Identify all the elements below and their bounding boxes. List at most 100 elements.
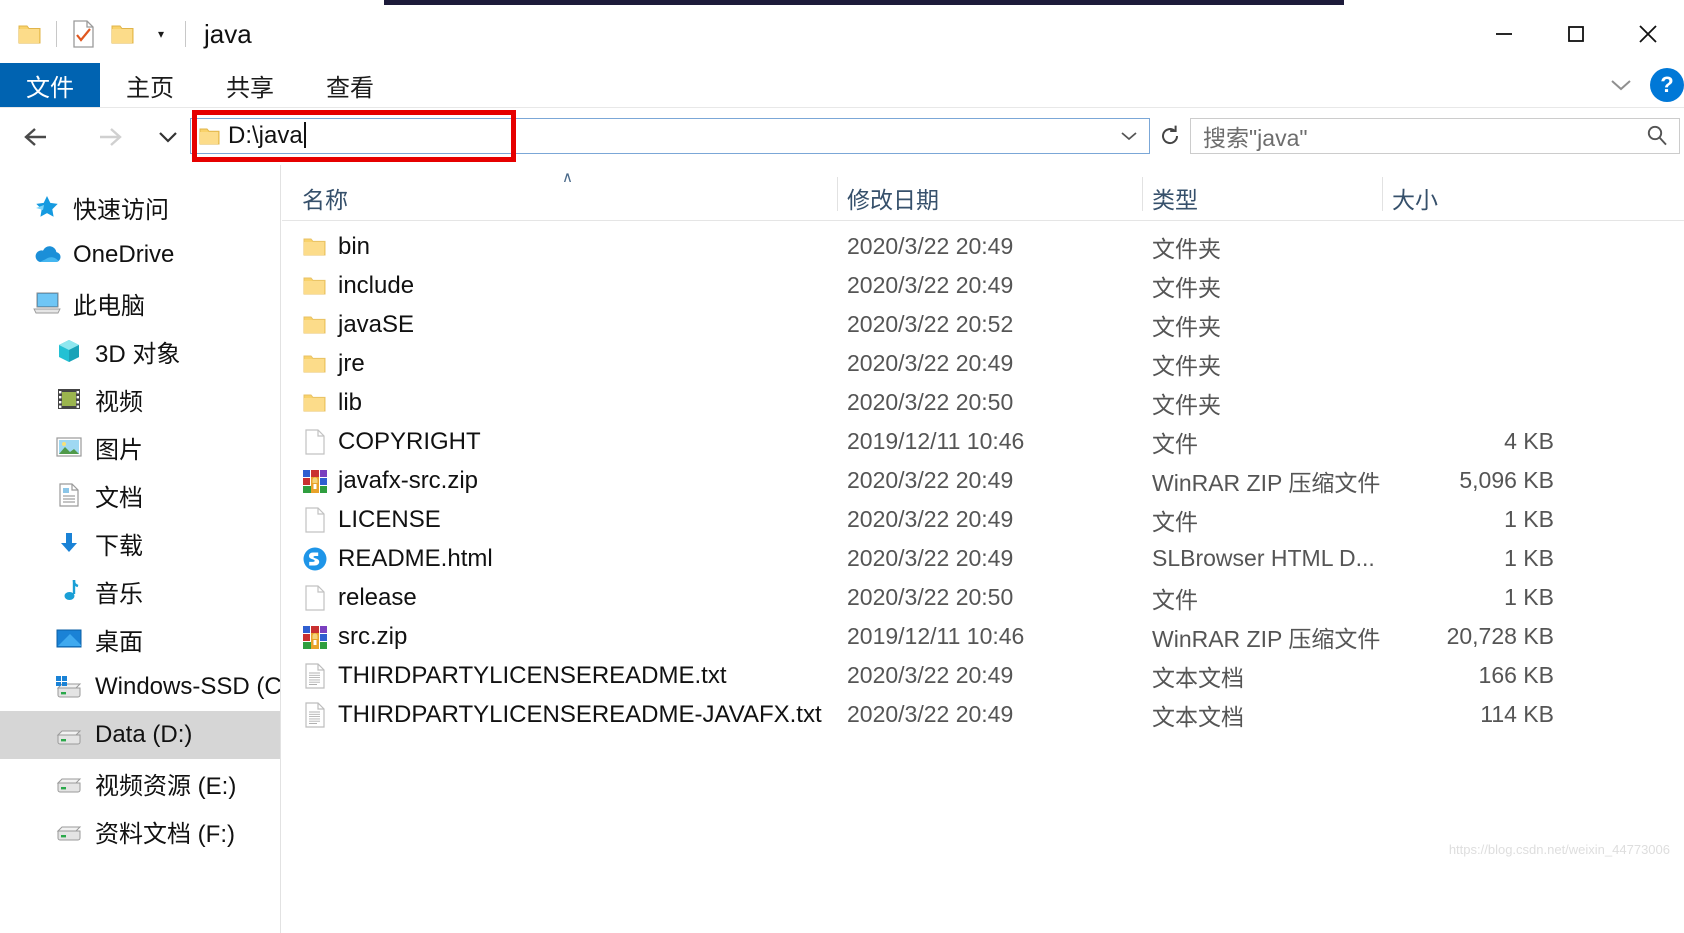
file-name-cell[interactable]: javafx-src.zip [302, 467, 478, 495]
toolbar-divider-2 [185, 21, 186, 47]
file-name-text: javaSE [338, 310, 415, 338]
table-row[interactable]: lib 2020/3/22 20:50 文件夹 [282, 383, 1684, 422]
text-cursor [303, 122, 306, 148]
folder-icon [302, 350, 328, 378]
folder-icon [302, 311, 328, 339]
forward-button[interactable] [88, 115, 132, 159]
table-row[interactable]: THIRDPARTYLICENSEREADME-JAVAFX.txt 2020/… [282, 695, 1684, 734]
file-name-cell[interactable]: COPYRIGHT [302, 428, 481, 456]
file-name-cell[interactable]: jre [302, 350, 365, 378]
file-name-cell[interactable]: src.zip [302, 623, 407, 651]
table-row[interactable]: bin 2020/3/22 20:49 文件夹 [282, 227, 1684, 266]
column-divider-2[interactable] [1142, 177, 1143, 211]
column-header-type[interactable]: 类型 [1152, 181, 1198, 215]
3d-objects-icon [52, 338, 86, 364]
blank-file-icon [302, 584, 328, 612]
sidebar-item-label: 下载 [95, 532, 143, 560]
file-name-cell[interactable]: include [302, 272, 414, 300]
tab-share[interactable]: 共享 [200, 63, 300, 107]
folder-icon[interactable] [10, 14, 50, 54]
sidebar-item-desktop[interactable]: 桌面 [0, 615, 280, 663]
file-type-cell: 文件夹 [1152, 274, 1221, 301]
file-list-pane[interactable]: ∧ 名称 修改日期 类型 大小 bin 2020/3/22 20:49 文件夹 … [282, 165, 1684, 933]
sidebar-item-label: 视频资源 (E:) [95, 772, 237, 800]
address-dropdown-button[interactable] [1109, 119, 1149, 153]
file-type-cell: 文件 [1152, 430, 1198, 457]
sidebar-item-video-resources-e[interactable]: 视频资源 (E:) [0, 759, 280, 807]
window-title: java [204, 18, 252, 49]
videos-icon [52, 387, 86, 411]
sidebar-item-windows-ssd-c[interactable]: Windows-SSD (C:) [0, 663, 280, 711]
address-folder-icon [199, 127, 221, 146]
file-size-cell: 1 KB [1504, 506, 1554, 532]
sidebar-item-documents[interactable]: 文档 [0, 471, 280, 519]
sidebar-item-label: 文档 [95, 484, 143, 512]
table-row[interactable]: src.zip 2019/12/11 10:46 WinRAR ZIP 压缩文件… [282, 617, 1684, 656]
file-name-cell[interactable]: LICENSE [302, 506, 441, 534]
table-row[interactable]: THIRDPARTYLICENSEREADME.txt 2020/3/22 20… [282, 656, 1684, 695]
table-row[interactable]: LICENSE 2020/3/22 20:49 文件 1 KB [282, 500, 1684, 539]
sidebar-item-label: OneDrive [73, 241, 175, 268]
file-name-cell[interactable]: bin [302, 233, 370, 261]
tab-home[interactable]: 主页 [100, 63, 200, 107]
sidebar-item-documents-f[interactable]: 资料文档 (F:) [0, 807, 280, 855]
file-name-text: javafx-src.zip [338, 466, 479, 494]
properties-icon[interactable] [63, 14, 103, 54]
sidebar-item-3d-objects[interactable]: 3D 对象 [0, 327, 280, 375]
table-row[interactable]: include 2020/3/22 20:49 文件夹 [282, 266, 1684, 305]
search-input[interactable]: 搜索"java" [1190, 118, 1680, 154]
sidebar-item-data-d[interactable]: Data (D:) [0, 711, 280, 759]
refresh-button[interactable] [1152, 118, 1188, 154]
file-name-cell[interactable]: javaSE [302, 311, 414, 339]
sidebar-item-onedrive[interactable]: OneDrive [0, 231, 280, 279]
search-icon[interactable] [1643, 119, 1671, 153]
tab-file[interactable]: 文件 [0, 63, 100, 107]
documents-icon [52, 482, 86, 508]
table-row[interactable]: javafx-src.zip 2020/3/22 20:49 WinRAR ZI… [282, 461, 1684, 500]
folder-icon [302, 233, 328, 261]
sidebar-item-videos[interactable]: 视频 [0, 375, 280, 423]
blank-file-icon [302, 506, 328, 534]
help-button[interactable]: ? [1650, 68, 1684, 102]
file-name-cell[interactable]: lib [302, 389, 362, 417]
winrar-zip-icon [302, 467, 328, 495]
search-placeholder: 搜索"java" [1203, 125, 1308, 151]
minimize-button[interactable] [1468, 5, 1540, 63]
column-header-size[interactable]: 大小 [1392, 181, 1438, 215]
close-button[interactable] [1612, 5, 1684, 63]
sidebar-item-this-pc[interactable]: 此电脑 [0, 279, 280, 327]
table-row[interactable]: COPYRIGHT 2019/12/11 10:46 文件 4 KB [282, 422, 1684, 461]
maximize-button[interactable] [1540, 5, 1612, 63]
file-name-cell[interactable]: README.html [302, 545, 493, 573]
navigation-pane[interactable]: 快速访问 OneDrive 此电脑 3D 对象 视频 图片 文档 下载 音乐 桌… [0, 165, 281, 933]
sidebar-item-quick-access[interactable]: 快速访问 [0, 183, 280, 231]
table-row[interactable]: release 2020/3/22 20:50 文件 1 KB [282, 578, 1684, 617]
file-date-cell: 2020/3/22 20:49 [847, 272, 1014, 298]
column-divider-1[interactable] [837, 177, 838, 211]
file-size-cell: 1 KB [1504, 584, 1554, 610]
file-name-cell[interactable]: THIRDPARTYLICENSEREADME-JAVAFX.txt [302, 701, 822, 729]
tab-view[interactable]: 查看 [300, 63, 400, 107]
expand-ribbon-button[interactable] [1598, 63, 1644, 107]
sidebar-item-downloads[interactable]: 下载 [0, 519, 280, 567]
new-folder-icon[interactable] [103, 14, 143, 54]
column-header-name[interactable]: 名称 [302, 181, 348, 215]
file-name-text: README.html [338, 544, 493, 572]
file-name-cell[interactable]: release [302, 584, 417, 612]
sidebar-item-music[interactable]: 音乐 [0, 567, 280, 615]
file-type-cell: 文件夹 [1152, 352, 1221, 379]
column-header-date[interactable]: 修改日期 [847, 181, 939, 215]
sidebar-item-label: 此电脑 [73, 292, 145, 320]
table-row[interactable]: jre 2020/3/22 20:49 文件夹 [282, 344, 1684, 383]
table-row[interactable]: javaSE 2020/3/22 20:52 文件夹 [282, 305, 1684, 344]
recent-locations-button[interactable] [146, 115, 190, 159]
customize-quick-access-button[interactable]: ▾ [143, 14, 179, 54]
file-name-cell[interactable]: THIRDPARTYLICENSEREADME.txt [302, 662, 727, 690]
table-row[interactable]: README.html 2020/3/22 20:49 SLBrowser HT… [282, 539, 1684, 578]
text-file-icon [302, 662, 328, 690]
address-input[interactable]: D:\java [190, 118, 1150, 154]
sidebar-item-pictures[interactable]: 图片 [0, 423, 280, 471]
column-divider-3[interactable] [1382, 177, 1383, 211]
music-icon [52, 578, 86, 604]
back-button[interactable] [14, 115, 58, 159]
